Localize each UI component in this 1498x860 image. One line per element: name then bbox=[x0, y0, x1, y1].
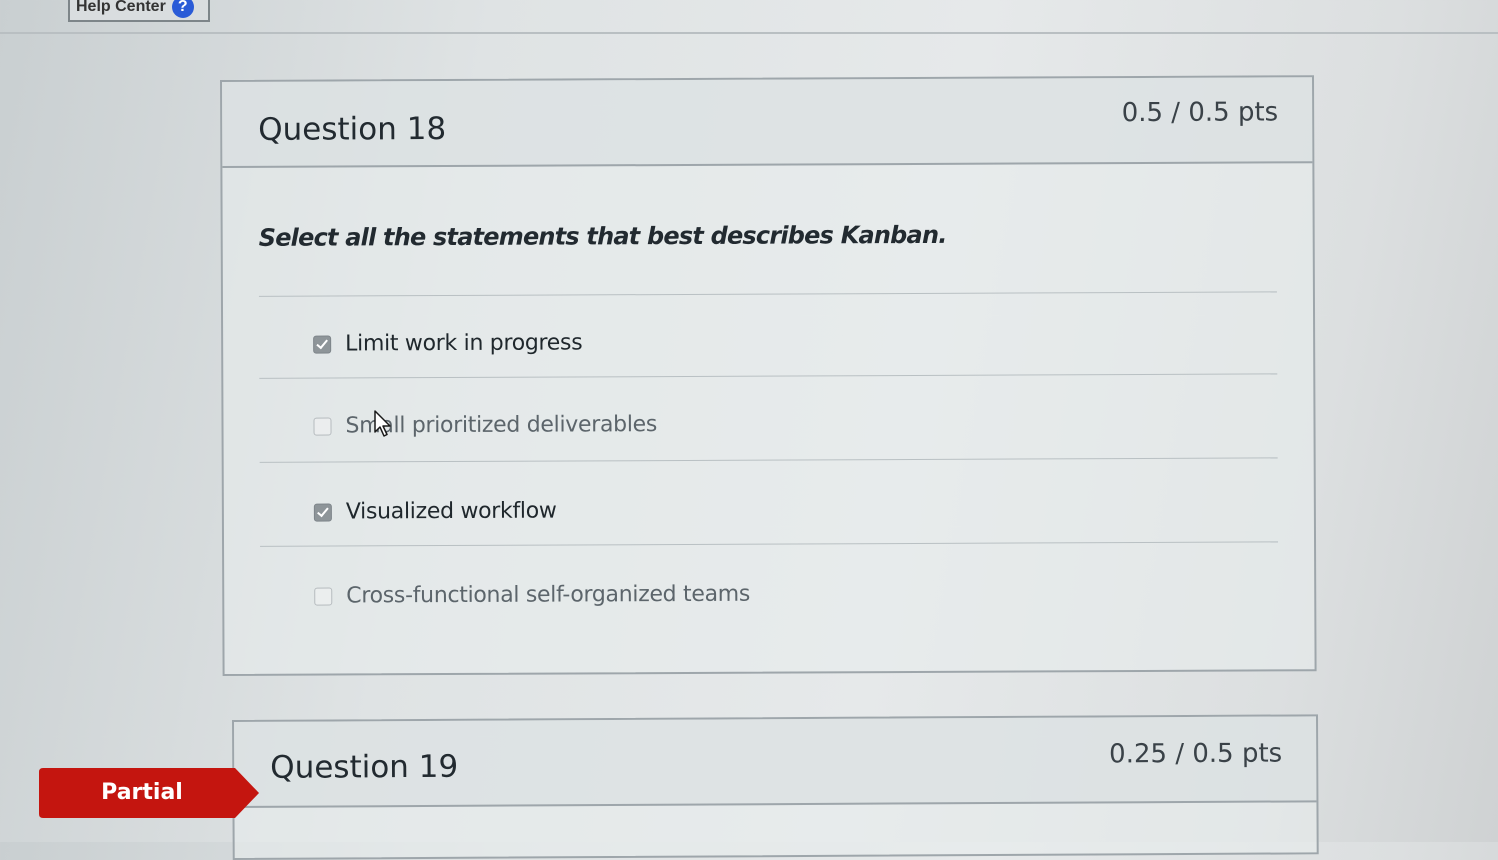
checkbox-checked-icon[interactable] bbox=[313, 335, 332, 354]
question-points: 0.5 / 0.5 pts bbox=[1121, 97, 1279, 129]
answer-divider bbox=[259, 457, 1278, 463]
answer-option[interactable]: Small prioritized deliverables bbox=[313, 412, 657, 438]
answer-label: Limit work in progress bbox=[345, 330, 583, 357]
question-card-18: Question 18 0.5 / 0.5 pts Select all the… bbox=[220, 75, 1317, 676]
question-prompt: Select all the statements that best desc… bbox=[258, 220, 947, 252]
question-card-19: Question 19 0.25 / 0.5 pts bbox=[232, 714, 1319, 860]
help-question-icon: ? bbox=[171, 0, 194, 18]
question-title: Question 18 bbox=[258, 111, 447, 148]
answer-label: Visualized workflow bbox=[345, 498, 557, 525]
checkbox-unchecked-icon[interactable] bbox=[313, 417, 332, 436]
mouse-cursor-icon bbox=[374, 410, 391, 437]
answer-option[interactable]: Limit work in progress bbox=[313, 330, 582, 356]
partial-status-badge: Partial bbox=[39, 768, 259, 818]
answer-divider bbox=[260, 541, 1279, 547]
answer-label: Small prioritized deliverables bbox=[345, 412, 658, 439]
answer-option[interactable]: Visualized workflow bbox=[313, 498, 557, 525]
question-points: 0.25 / 0.5 pts bbox=[1109, 738, 1283, 770]
help-center-label: Help Center bbox=[76, 0, 166, 15]
checkbox-unchecked-icon[interactable] bbox=[314, 587, 333, 606]
question-title: Question 19 bbox=[270, 748, 459, 786]
question-header: Question 19 0.25 / 0.5 pts bbox=[234, 716, 1317, 808]
partial-status-label: Partial bbox=[101, 780, 183, 805]
answer-divider bbox=[259, 373, 1278, 379]
checkbox-checked-icon[interactable] bbox=[313, 503, 332, 522]
question-header: Question 18 0.5 / 0.5 pts bbox=[222, 77, 1313, 168]
answers-divider bbox=[258, 291, 1277, 297]
top-bar: Help Center ? bbox=[0, 0, 1498, 34]
help-center-button[interactable]: Help Center ? bbox=[68, 0, 210, 22]
answer-option[interactable]: Cross-functional self-organized teams bbox=[314, 582, 750, 609]
answer-label: Cross-functional self-organized teams bbox=[346, 581, 751, 609]
